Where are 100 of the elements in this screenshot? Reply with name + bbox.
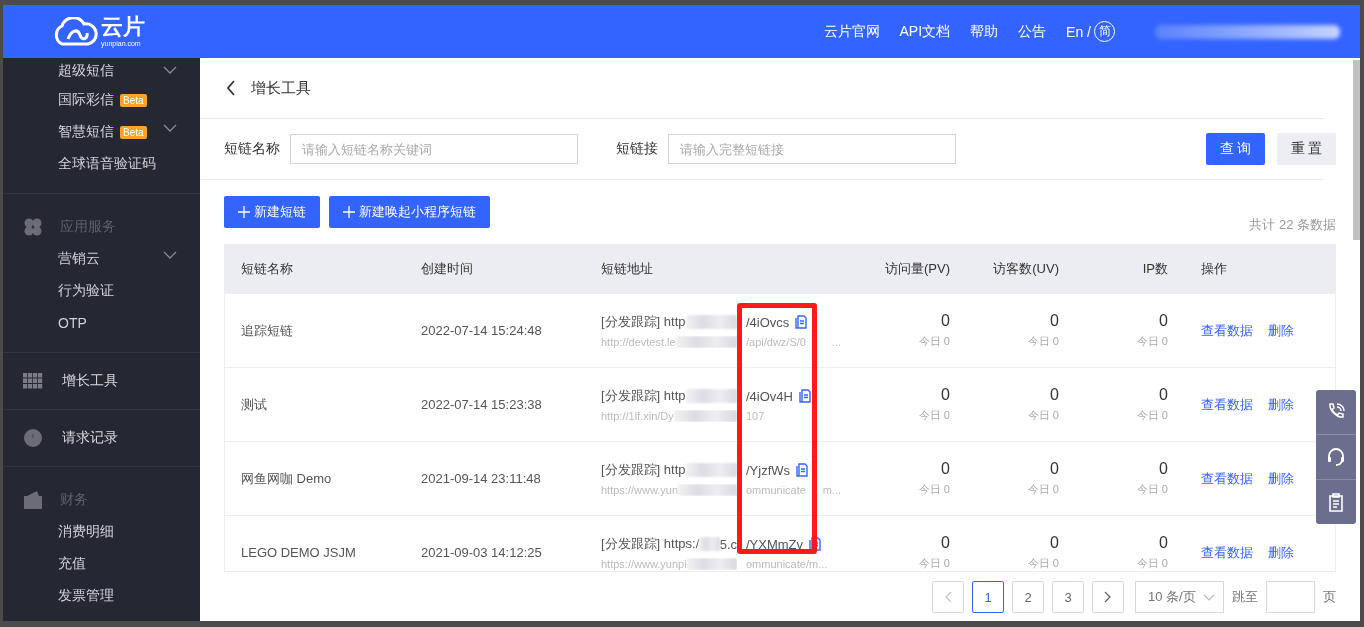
short-url-start: [分发跟踪] http xyxy=(601,387,686,405)
headset-icon[interactable] xyxy=(1326,447,1346,467)
sidebar-item[interactable]: 国际彩信 xyxy=(58,91,114,109)
nav-link[interactable]: 云片官网 xyxy=(823,22,880,41)
page-button[interactable]: 1 xyxy=(972,581,1004,613)
short-url-start: [分发跟踪] https:/ xyxy=(601,535,700,553)
logo-text: 云片 xyxy=(101,16,145,38)
copy-icon[interactable] xyxy=(809,537,822,551)
scrollbar[interactable] xyxy=(1353,60,1360,240)
sidebar-item[interactable]: 增长工具 xyxy=(62,372,118,390)
stat-value: 0 xyxy=(1159,460,1168,478)
total-count: 共计 22 条数据 xyxy=(1249,216,1336,234)
filter-label: 短链名称 xyxy=(224,140,280,158)
long-url-end: ommunicate/m... xyxy=(746,558,828,570)
delete-link[interactable]: 删除 xyxy=(1268,322,1294,338)
today-value: 今日 0 xyxy=(1027,482,1059,497)
today-value: 今日 0 xyxy=(1027,556,1059,571)
filter-field[interactable]: 请输入短链名称关键词 xyxy=(290,134,578,164)
delete-link[interactable]: 删除 xyxy=(1268,470,1294,486)
sidebar-item[interactable]: 发票管理 xyxy=(58,587,114,605)
column-header: IP数 xyxy=(1141,260,1168,278)
copy-icon[interactable] xyxy=(798,389,811,403)
stat-value: 0 xyxy=(1159,534,1168,552)
chevron-icon[interactable] xyxy=(163,251,177,259)
short-url-end: /YXMmZv xyxy=(746,536,804,552)
chevron-left-icon xyxy=(944,591,952,603)
blurred-text xyxy=(699,537,720,551)
page-button[interactable]: 3 xyxy=(1052,581,1084,613)
today-value: 今日 0 xyxy=(1136,556,1168,571)
today-value: 今日 0 xyxy=(918,556,950,571)
stat-value: 0 xyxy=(941,386,950,404)
clock-icon xyxy=(23,428,43,448)
sidebar-item[interactable]: 消费明细 xyxy=(58,523,114,541)
grid-icon xyxy=(23,371,43,391)
chevron-icon[interactable] xyxy=(163,124,177,132)
page-size-select[interactable]: 10 条/页 xyxy=(1135,581,1224,613)
blurred-text xyxy=(685,463,737,477)
table-cell-text: LEGO DEMO JSJM xyxy=(240,545,357,560)
column-header: 短链名称 xyxy=(240,260,294,278)
page-suffix: 页 xyxy=(1323,588,1336,606)
delete-link[interactable]: 删除 xyxy=(1268,544,1294,560)
stat-value: 0 xyxy=(1050,312,1059,330)
page-button[interactable]: 2 xyxy=(1012,581,1044,613)
sidebar-item[interactable]: 超级短信 xyxy=(58,62,114,80)
table-cell-text: 测试 xyxy=(240,395,268,414)
sidebar-item[interactable]: 营销云 xyxy=(58,250,100,268)
long-url-start: https://www.yunpi xyxy=(601,558,687,570)
query-button[interactable]: 查 询 xyxy=(1206,133,1265,165)
table-cell-text: 2022-07-14 15:24:48 xyxy=(420,323,543,338)
stat-value: 0 xyxy=(1050,386,1059,404)
short-url-end: /YjzfWs xyxy=(746,462,791,478)
back-icon[interactable] xyxy=(226,80,236,96)
view-data-link[interactable]: 查看数据 xyxy=(1201,544,1253,560)
today-value: 今日 0 xyxy=(918,334,950,349)
blurred-text xyxy=(675,336,737,348)
view-data-link[interactable]: 查看数据 xyxy=(1201,396,1253,412)
view-data-link[interactable]: 查看数据 xyxy=(1201,470,1253,486)
nav-link[interactable]: API文档 xyxy=(899,22,951,41)
long-url-end: ommunicate xyxy=(746,484,806,496)
language-current[interactable]: En / xyxy=(1066,23,1091,40)
create-button[interactable]: 新建唤起小程序短链 xyxy=(329,196,490,228)
blurred-text xyxy=(686,558,737,570)
copy-icon[interactable] xyxy=(795,315,808,329)
filter-label: 短链接 xyxy=(616,140,658,158)
sidebar-item[interactable]: 行为验证 xyxy=(58,282,114,300)
table-cell-text: 2021-09-14 23:11:48 xyxy=(420,471,542,486)
beta-badge: Beta xyxy=(120,125,147,139)
reset-button[interactable]: 重 置 xyxy=(1277,133,1336,165)
short-url-part: 5.c xyxy=(719,536,737,552)
chevron-icon[interactable] xyxy=(163,66,177,74)
long-url-start: https://www.yun xyxy=(601,484,679,496)
delete-link[interactable]: 删除 xyxy=(1268,396,1294,412)
sidebar-item[interactable]: 充值 xyxy=(58,555,86,573)
nav-link[interactable]: 帮助 xyxy=(970,22,999,41)
plus-icon xyxy=(343,206,355,218)
nav-link[interactable]: 公告 xyxy=(1018,22,1047,41)
column-header: 创建时间 xyxy=(420,260,474,278)
sidebar-item[interactable]: OTP xyxy=(58,315,87,331)
jump-field[interactable] xyxy=(1266,581,1315,613)
blurred-text xyxy=(685,315,737,329)
sidebar-item[interactable]: 全球语音验证码 xyxy=(58,155,156,173)
short-url-end: /4iOvcs xyxy=(746,314,790,330)
clover-icon xyxy=(23,217,43,237)
filter-field[interactable]: 请输入完整短链接 xyxy=(668,134,956,164)
long-url-start: http://1lf.xin/Dy xyxy=(601,410,674,422)
view-data-link[interactable]: 查看数据 xyxy=(1201,322,1253,338)
stat-value: 0 xyxy=(941,534,950,552)
sidebar-item[interactable]: 请求记录 xyxy=(62,429,118,447)
sidebar-item[interactable]: 智慧短信 xyxy=(58,123,114,141)
long-url-end: 107 xyxy=(746,410,765,422)
clipboard-icon[interactable] xyxy=(1326,492,1346,512)
create-button[interactable]: 新建短链 xyxy=(224,196,320,228)
today-value: 今日 0 xyxy=(1027,334,1059,349)
blurred-text xyxy=(685,389,737,403)
stat-value: 0 xyxy=(1159,312,1168,330)
copy-icon[interactable] xyxy=(796,463,809,477)
today-value: 今日 0 xyxy=(918,408,950,423)
short-url-start: [分发跟踪] http xyxy=(601,313,686,331)
today-value: 今日 0 xyxy=(918,482,950,497)
wallet-icon xyxy=(23,490,43,510)
